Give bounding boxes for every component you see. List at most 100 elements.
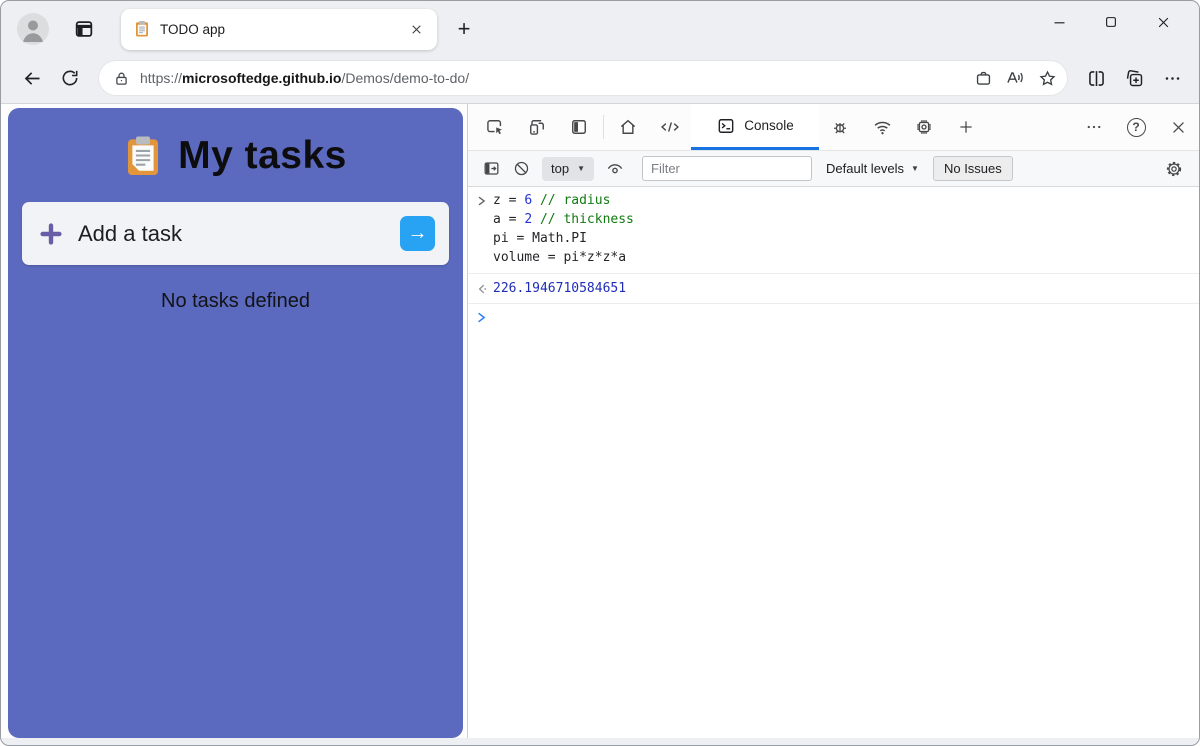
read-aloud-button[interactable] [999, 63, 1031, 93]
minimize-button[interactable] [1033, 1, 1085, 43]
split-screen-button[interactable] [1079, 61, 1113, 95]
read-aloud-icon [1005, 68, 1025, 88]
console-sidebar-toggle-button[interactable] [476, 155, 506, 183]
navigation-toolbar: https://microsoftedge.github.io/Demos/de… [1, 57, 1199, 103]
sidebar-arrow-icon [482, 159, 501, 178]
tab-actions-button[interactable] [67, 12, 101, 46]
console-prompt[interactable] [468, 304, 1199, 331]
more-tabs-button[interactable] [945, 104, 987, 150]
devtools-tabbar: Console ? [468, 104, 1199, 151]
activity-bar-toggle-button[interactable] [558, 104, 600, 150]
new-tab-button[interactable]: + [447, 12, 481, 46]
devtools-network-tab[interactable] [861, 104, 903, 150]
console-messages[interactable]: z = 6 // radius a = 2 // thickness pi = Ma… [468, 187, 1199, 738]
add-task-field[interactable]: Add a task → [22, 202, 449, 265]
eye-icon [605, 159, 625, 179]
clear-slash-icon [512, 159, 531, 178]
tab-close-button[interactable] [403, 16, 429, 42]
browser-menu-button[interactable] [1155, 61, 1189, 95]
devtools-customize-button[interactable] [1073, 104, 1115, 150]
console-result-row: 226.1946710584651 [468, 274, 1199, 304]
line-gutter [476, 248, 493, 267]
star-icon [1038, 69, 1057, 88]
devtools-debugger-tab[interactable] [819, 104, 861, 150]
collections-icon [1124, 68, 1145, 89]
chevron-down-icon: ▼ [577, 164, 585, 173]
context-selector-value: top [551, 161, 570, 176]
todo-app: My tasks Add a task → No tasks defined [8, 108, 463, 738]
prompt-chevron-icon [476, 311, 493, 324]
profile-avatar[interactable] [17, 13, 49, 45]
console-code-text: pi = Math.PI [493, 231, 587, 246]
inspect-element-button[interactable] [474, 104, 516, 150]
console-input-line: a = 2 // thickness [468, 210, 1199, 229]
console-input-line: volume = pi*z*z*a [468, 248, 1199, 267]
browser-tab[interactable]: TODO app [121, 8, 437, 50]
url-path: /Demos/demo-to-do/ [341, 70, 470, 86]
devtools-welcome-tab[interactable] [607, 104, 649, 150]
device-emulation-button[interactable] [516, 104, 558, 150]
clear-console-button[interactable] [506, 155, 536, 183]
url-text: https://microsoftedge.github.io/Demos/de… [140, 70, 967, 86]
help-icon: ? [1126, 117, 1146, 137]
tabbar-spacer [987, 104, 1073, 150]
input-chevron-icon [476, 191, 493, 210]
content-area: My tasks Add a task → No tasks defined C… [1, 103, 1199, 738]
window-controls [1033, 1, 1189, 57]
gear-icon [1164, 159, 1184, 179]
favorites-button[interactable] [1031, 63, 1063, 93]
activity-bar-icon [569, 117, 589, 137]
refresh-icon [60, 68, 80, 88]
todo-header: My tasks [8, 134, 463, 178]
console-settings-button[interactable] [1159, 155, 1189, 183]
split-screen-icon [1086, 68, 1107, 89]
console-input-line: z = 6 // radius [468, 191, 1199, 210]
close-window-button[interactable] [1137, 1, 1189, 43]
devtools-help-button[interactable]: ? [1115, 104, 1157, 150]
maximize-button[interactable] [1085, 1, 1137, 43]
minimize-icon [1052, 15, 1067, 30]
devtools-close-button[interactable] [1157, 104, 1199, 150]
devtools-elements-tab[interactable] [649, 104, 691, 150]
refresh-button[interactable] [53, 61, 87, 95]
web-page: My tasks Add a task → No tasks defined [1, 104, 467, 738]
devtools-performance-tab[interactable] [903, 104, 945, 150]
workspaces-icon [73, 18, 95, 40]
add-plus-icon [39, 222, 63, 246]
console-terminal-icon [716, 116, 736, 136]
console-code-text: z = 6 // radius [493, 193, 611, 208]
close-icon [410, 23, 423, 36]
url-host: microsoftedge.github.io [182, 70, 342, 86]
add-task-submit-button[interactable]: → [400, 216, 435, 251]
back-arrow-icon [22, 68, 43, 89]
url-scheme: https:// [140, 70, 183, 86]
console-code-text: volume = pi*z*z*a [493, 250, 627, 265]
devtools-console-tab[interactable]: Console [691, 104, 819, 150]
collections-button[interactable] [1117, 61, 1151, 95]
inspect-cursor-icon [485, 117, 505, 137]
console-code-text: a = 2 // thickness [493, 212, 634, 227]
chevron-down-icon: ▼ [911, 164, 919, 173]
console-tab-label: Console [744, 118, 794, 133]
console-filter-input[interactable] [642, 156, 812, 181]
toolbar-divider [603, 115, 604, 139]
browser-titlebar: TODO app + [1, 1, 1199, 57]
cpu-chip-icon [914, 117, 934, 137]
issues-counter-button[interactable]: No Issues [932, 156, 1013, 181]
app-install-button[interactable] [967, 63, 999, 93]
clipboard-icon [124, 134, 162, 178]
back-button[interactable] [15, 61, 49, 95]
ellipsis-icon [1163, 69, 1182, 88]
empty-tasks-message: No tasks defined [161, 290, 310, 312]
live-expression-button[interactable] [600, 155, 630, 183]
console-input-group: z = 6 // radius a = 2 // thickness pi = Ma… [468, 191, 1199, 274]
close-icon [1170, 119, 1187, 136]
plus-icon: + [457, 16, 471, 41]
lock-icon [113, 70, 130, 87]
device-emulation-icon [527, 117, 547, 137]
devtools-panel: Console ? top ▼ Filter Default levels ▼ … [467, 104, 1199, 738]
address-bar[interactable]: https://microsoftedge.github.io/Demos/de… [99, 61, 1067, 95]
log-levels-dropdown[interactable]: Default levels ▼ [826, 161, 919, 176]
context-selector-dropdown[interactable]: top ▼ [542, 156, 594, 181]
browser-window: TODO app + https://microsoftedge.github.… [0, 0, 1200, 746]
